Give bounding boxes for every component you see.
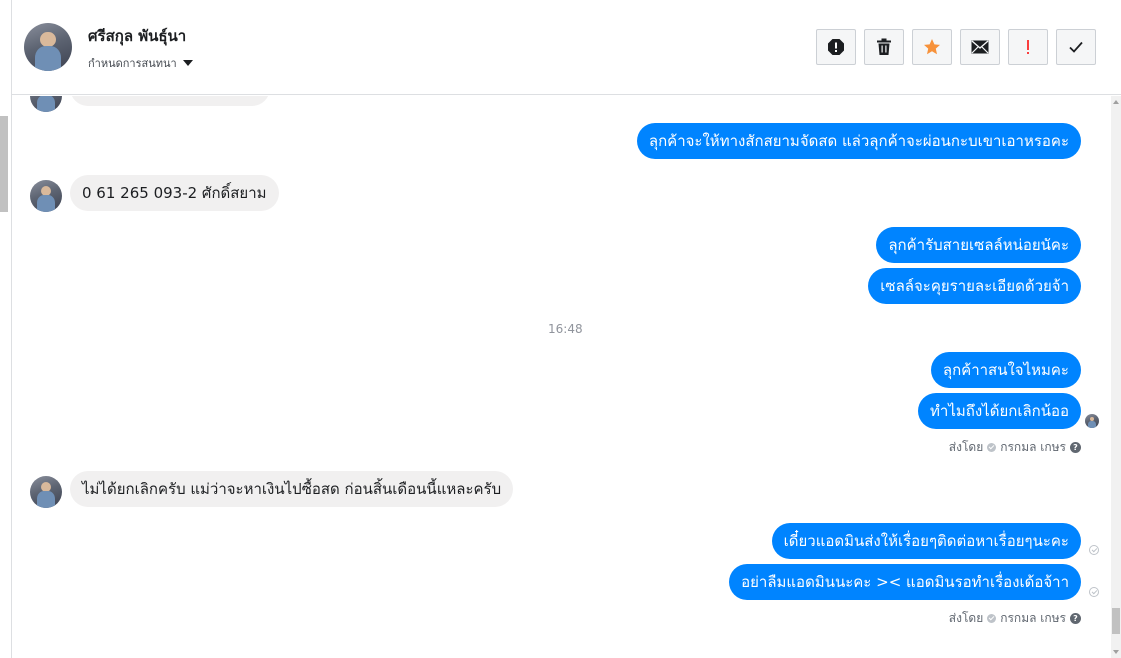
contact-avatar[interactable]	[24, 23, 72, 71]
sent-by-label: ส่งโดย	[948, 440, 984, 454]
report-icon	[828, 39, 844, 55]
message-bubble[interactable]: อย่าลืมแอดมินนะคะ >< แอดมินรอทำเรื่องเด้…	[729, 564, 1081, 600]
star-button[interactable]	[912, 29, 952, 65]
contact-name[interactable]: ศรีสกุล พันธุ์นา	[88, 24, 186, 48]
thread-scrollbar-thumb[interactable]	[1112, 608, 1120, 634]
mail-icon	[971, 40, 989, 54]
sent-by-agent[interactable]: กรกมล เกษร	[1000, 609, 1066, 628]
sender-avatar[interactable]	[30, 180, 62, 212]
message-bubble[interactable]: เซลล์จะคุยรายละเอียดด้วยจ้า	[868, 268, 1081, 304]
message-bubble[interactable]: ลุกค้าาสนใจไหมคะ	[930, 352, 1081, 388]
mark-unread-button[interactable]	[960, 29, 1000, 65]
message-bubble[interactable]: ทำไมถึงได้ยกเลิกน้ออ	[918, 393, 1081, 429]
message-thread: ลุกค้าจะให้ทางสักสยามจัดสด แล่วลุกค้าจะผ…	[12, 96, 1110, 658]
sender-avatar[interactable]	[30, 96, 62, 112]
message-bubble[interactable]: ลุกค้าจะให้ทางสักสยามจัดสด แล่วลุกค้าจะผ…	[636, 123, 1081, 159]
exclamation-icon	[1027, 40, 1029, 54]
scroll-down-icon[interactable]	[1113, 650, 1119, 654]
conversation-header: ศรีสกุล พันธุ์นา กำหนดการสนทนา	[12, 0, 1121, 95]
left-panel-edge	[0, 0, 12, 658]
trash-icon	[877, 38, 891, 55]
verified-check-icon	[987, 443, 997, 452]
delivered-check-icon	[1089, 587, 1099, 597]
sent-by-label: ส่งโดย	[948, 611, 984, 625]
check-icon	[1069, 41, 1083, 53]
help-icon[interactable]: ?	[1070, 613, 1081, 624]
sent-by-agent[interactable]: กรกมล เกษร	[1000, 438, 1066, 457]
delete-button[interactable]	[864, 29, 904, 65]
help-icon[interactable]: ?	[1070, 442, 1081, 453]
mark-important-button[interactable]	[1008, 29, 1048, 65]
mark-done-button[interactable]	[1056, 29, 1096, 65]
conversation-settings-dropdown[interactable]: กำหนดการสนทนา	[88, 54, 193, 72]
scroll-up-icon[interactable]	[1113, 100, 1119, 104]
conversation-toolbar	[816, 29, 1096, 65]
star-icon	[924, 39, 940, 55]
caret-down-icon	[182, 60, 193, 66]
sent-by-line: ส่งโดย กรกมล เกษร ?	[949, 609, 1081, 628]
message-bubble[interactable]: 0 61 265 093-2 ศักดิ์สยาม	[70, 175, 279, 211]
thread-scrollbar[interactable]	[1111, 96, 1121, 658]
read-receipt-avatar	[1085, 414, 1099, 428]
message-bubble-partial[interactable]	[70, 96, 270, 106]
sender-avatar[interactable]	[30, 476, 62, 508]
message-bubble[interactable]: ลุกค้ารับสายเซลล์หน่อยนัคะ	[876, 227, 1081, 263]
left-scrollbar-thumb[interactable]	[0, 116, 8, 212]
verified-check-icon	[987, 614, 997, 623]
conversation-settings-label: กำหนดการสนทนา	[88, 57, 177, 70]
message-bubble[interactable]: เดี๋ยวแอดมินส่งให้เรื่อยๆติดต่อหาเรื่อยๆ…	[771, 523, 1081, 559]
message-bubble[interactable]: ไม่ได้ยกเลิกครับ แม่ว่าจะหาเงินไปซื้อสด …	[70, 471, 514, 507]
report-spam-button[interactable]	[816, 29, 856, 65]
message-timestamp: 16:48	[548, 322, 583, 336]
delivered-check-icon	[1089, 545, 1099, 555]
sent-by-line: ส่งโดย กรกมล เกษร ?	[949, 438, 1081, 457]
